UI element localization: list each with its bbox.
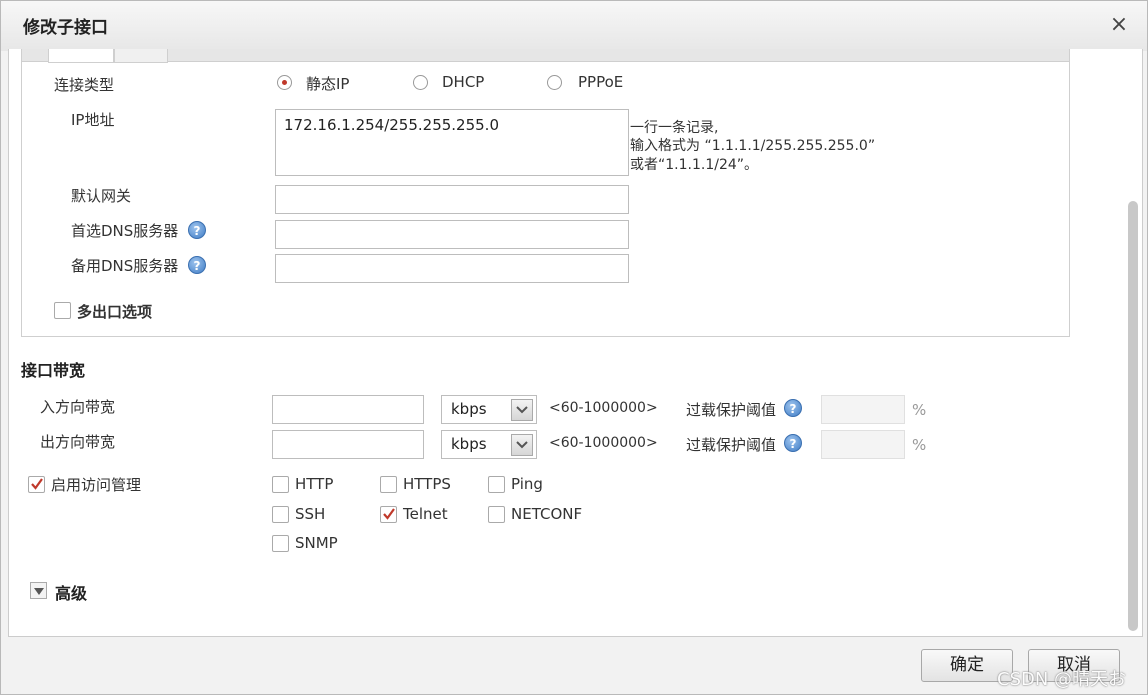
outbound-unit-select[interactable]: kbps <box>441 430 537 459</box>
telnet-label: Telnet <box>403 505 448 523</box>
snmp-checkbox[interactable] <box>272 535 289 552</box>
secondary-dns-input[interactable] <box>275 254 629 283</box>
ip-address-label: IP地址 <box>71 111 115 129</box>
https-checkbox[interactable] <box>380 476 397 493</box>
ping-label: Ping <box>511 475 543 493</box>
dialog-content: 连接类型 静态IP DHCP PPPoE IP地址 172.16.1.254/2… <box>8 49 1143 637</box>
dialog-titlebar: 修改子接口 × <box>1 1 1147 51</box>
radio-static-ip-label: 静态IP <box>306 75 350 93</box>
inbound-threshold-label: 过载保护阈值 <box>686 401 777 419</box>
outbound-bandwidth-input[interactable] <box>272 430 424 459</box>
advanced-toggle[interactable] <box>30 582 47 599</box>
ip-hint-line1: 一行一条记录, <box>630 120 719 136</box>
ip-hint-line3: 或者“1.1.1.1/24”。 <box>630 157 759 173</box>
gateway-input[interactable] <box>275 185 629 214</box>
tab-strip <box>22 49 1069 62</box>
inbound-unit-select[interactable]: kbps <box>441 395 537 424</box>
outbound-range-text: <60-1000000> <box>549 435 658 451</box>
help-icon[interactable]: ? <box>188 221 206 239</box>
http-checkbox[interactable] <box>272 476 289 493</box>
ping-checkbox[interactable] <box>488 476 505 493</box>
netconf-label: NETCONF <box>511 505 583 523</box>
telnet-checkbox[interactable] <box>380 506 397 523</box>
radio-pppoe-label: PPPoE <box>578 73 624 91</box>
dialog-title: 修改子接口 <box>23 18 108 38</box>
advanced-label: 高级 <box>55 584 88 603</box>
tab-ipv6[interactable] <box>114 49 168 63</box>
netconf-checkbox[interactable] <box>488 506 505 523</box>
help-icon[interactable]: ? <box>784 434 802 452</box>
https-label: HTTPS <box>403 475 451 493</box>
inbound-bandwidth-label: 入方向带宽 <box>40 398 116 416</box>
ssh-label: SSH <box>295 505 326 523</box>
outbound-bandwidth-label: 出方向带宽 <box>40 433 116 451</box>
ip-address-textarea[interactable]: 172.16.1.254/255.255.255.0 <box>275 109 629 176</box>
chevron-down-icon[interactable] <box>511 399 533 421</box>
primary-dns-input[interactable] <box>275 220 629 249</box>
tab-ipv4[interactable] <box>48 49 114 63</box>
gateway-label: 默认网关 <box>71 187 132 205</box>
snmp-label: SNMP <box>295 534 338 552</box>
access-mgmt-checkbox[interactable] <box>28 476 45 493</box>
http-label: HTTP <box>295 475 334 493</box>
help-icon[interactable]: ? <box>188 256 206 274</box>
connection-type-label: 连接类型 <box>54 76 115 94</box>
outbound-percent-sign: % <box>912 436 927 454</box>
help-icon[interactable]: ? <box>784 399 802 417</box>
radio-static-ip[interactable] <box>277 75 292 90</box>
vertical-scrollbar[interactable] <box>1128 201 1138 631</box>
ssh-checkbox[interactable] <box>272 506 289 523</box>
multi-exit-checkbox[interactable] <box>54 302 71 319</box>
triangle-down-icon <box>34 588 44 595</box>
outbound-unit-value: kbps <box>451 435 487 453</box>
radio-dhcp[interactable] <box>413 75 428 90</box>
inbound-bandwidth-input[interactable] <box>272 395 424 424</box>
watermark: CSDN @晴天お <box>997 669 1127 690</box>
inbound-percent-sign: % <box>912 401 927 419</box>
outbound-threshold-input <box>821 430 905 459</box>
multi-exit-label: 多出口选项 <box>77 303 153 321</box>
radio-pppoe[interactable] <box>547 75 562 90</box>
access-mgmt-label: 启用访问管理 <box>51 476 142 494</box>
dialog: 修改子接口 × 连接类型 静态IP DHCP PPPoE IP地址 172.16… <box>0 0 1148 695</box>
ip-settings-panel: 连接类型 静态IP DHCP PPPoE IP地址 172.16.1.254/2… <box>21 49 1070 337</box>
radio-dhcp-label: DHCP <box>442 73 485 91</box>
chevron-down-icon[interactable] <box>511 434 533 456</box>
primary-dns-label: 首选DNS服务器 <box>71 222 179 240</box>
inbound-range-text: <60-1000000> <box>549 400 658 416</box>
secondary-dns-label: 备用DNS服务器 <box>71 257 179 275</box>
outbound-threshold-label: 过载保护阈值 <box>686 436 777 454</box>
bandwidth-section-title: 接口带宽 <box>21 361 86 380</box>
close-button[interactable]: × <box>1107 13 1131 37</box>
inbound-unit-value: kbps <box>451 400 487 418</box>
inbound-threshold-input <box>821 395 905 424</box>
ip-hint-line2: 输入格式为 “1.1.1.1/255.255.255.0” <box>630 138 876 154</box>
